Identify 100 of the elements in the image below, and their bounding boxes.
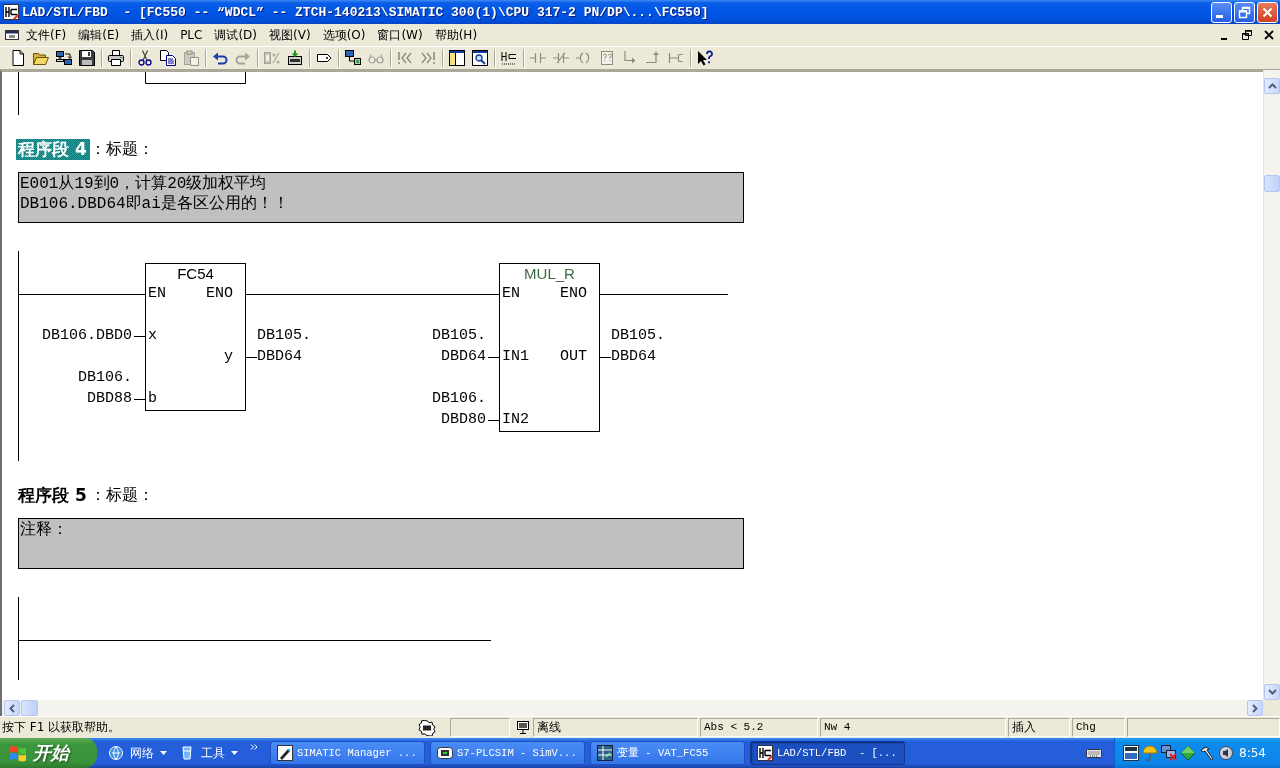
double-chevron-icon[interactable] <box>250 744 258 750</box>
menu-item[interactable]: 帮助(H) <box>428 24 484 46</box>
close-icon <box>1264 30 1274 40</box>
operand-label: DB106. DBD80 <box>432 389 486 430</box>
pin-label: x <box>148 326 157 346</box>
menu-item[interactable]: PLC <box>174 26 209 44</box>
cup-icon[interactable] <box>179 745 195 761</box>
globe-icon[interactable] <box>108 745 124 761</box>
network-heading[interactable]: 程序段 5 <box>16 485 90 506</box>
toolbar-button[interactable] <box>76 47 98 69</box>
window-title: LAD/STL/FBD - [FC550 -- “WDCL” -- ZTCH-140213\SIMATIC 300(1)\CPU 317-2 PN/DP\...\FC550] <box>22 4 710 20</box>
folder-icon <box>33 50 49 66</box>
toolbar-button[interactable] <box>105 47 127 69</box>
change-status: Chg <box>1072 718 1125 737</box>
computer-cross-icon <box>1161 745 1177 761</box>
keyboard-icon <box>1086 747 1102 759</box>
function-box-icon <box>599 50 615 66</box>
speaker-icon <box>1218 745 1234 761</box>
hammer-icon <box>1199 745 1215 761</box>
pin-label: ENO <box>560 284 587 304</box>
menu-item[interactable]: 调试(D) <box>208 24 264 46</box>
taskbar-button[interactable]: S7-PLCSIM - SimV... <box>430 741 585 765</box>
network-title: ：标题： <box>89 139 154 160</box>
taskbar-button[interactable]: LAD/STL/FBD - [... <box>750 741 905 765</box>
horizontal-scrollbar[interactable] <box>0 700 1263 716</box>
toolbar-menu-button[interactable]: 网络 <box>124 744 173 762</box>
scroll-thumb[interactable] <box>21 700 38 716</box>
pen-icon <box>277 745 293 761</box>
corner-up-arrow-icon <box>645 50 661 66</box>
pin-label: ENO <box>206 284 233 304</box>
card-icon <box>1123 745 1139 761</box>
page-icon <box>10 50 26 66</box>
diamond-icon <box>1180 745 1196 761</box>
operand-label: DB106.DBD0 <box>42 326 132 346</box>
chevron-right-icon <box>1252 703 1258 713</box>
pin-label: EN <box>148 284 166 304</box>
insert-mode-status: 插入 <box>1008 718 1070 737</box>
network-heading[interactable]: 程序段 4 <box>16 139 90 160</box>
operand-label: DB105. DBD64 <box>257 326 311 367</box>
operand-label: DB105. DBD64 <box>611 326 665 367</box>
pin-label: OUT <box>560 347 587 367</box>
comment-text: 注释： <box>20 520 68 540</box>
help-pointer-icon <box>697 50 713 66</box>
taskbar-button[interactable]: 变量 - VAT_FC55 <box>590 741 745 765</box>
scroll-left-button[interactable] <box>4 700 20 716</box>
scroll-up-button[interactable] <box>1264 78 1280 94</box>
network-icon <box>345 50 361 66</box>
toolbar-button[interactable] <box>469 47 491 69</box>
undo-icon <box>212 50 228 66</box>
menu-item[interactable]: 选项(O) <box>316 24 372 46</box>
device-arrow-icon <box>287 50 303 66</box>
pin-label: IN1 <box>502 347 529 367</box>
chip-icon <box>437 745 453 761</box>
menu-item[interactable]: 文件(F) <box>20 24 73 46</box>
toolbar-menu-button[interactable]: 工具 <box>195 744 244 762</box>
scroll-down-button[interactable] <box>1264 684 1280 700</box>
menu-item[interactable]: 插入(I) <box>125 24 175 46</box>
contact-icon <box>530 50 546 66</box>
chevron-up-icon <box>1267 83 1277 89</box>
pin-label: b <box>148 389 157 409</box>
vertical-scrollbar[interactable] <box>1263 70 1280 700</box>
menu-item[interactable]: 窗口(W) <box>371 24 429 46</box>
umbrella-icon <box>1142 745 1158 761</box>
address-status: Abs < 5.2 <box>700 718 818 737</box>
flag-icon <box>8 743 28 763</box>
comment-text: DB106.DBD64即ai是各区公用的！！ <box>20 194 289 214</box>
caret-icon <box>231 751 238 755</box>
scissors-icon <box>137 50 153 66</box>
scroll-right-button[interactable] <box>1247 700 1263 716</box>
toolbar-button[interactable] <box>157 47 179 69</box>
taskbar-button[interactable]: SIMATIC Manager ... <box>270 741 425 765</box>
comment-text: E001从19到0，计算20级加权平均 <box>20 174 267 194</box>
network-title: ：标题： <box>89 485 154 506</box>
menu-item[interactable]: 视图(V) <box>263 24 317 46</box>
redo-icon <box>235 50 251 66</box>
block-title: FC54 <box>177 264 214 284</box>
start-button[interactable]: 开始 <box>0 738 97 768</box>
window-icon <box>4 28 20 42</box>
connection-status: 离线 <box>533 718 698 737</box>
menu-item[interactable]: 编辑(E) <box>72 24 126 46</box>
double-chevron-right-bar-icon <box>420 50 436 66</box>
minimize-icon <box>1216 14 1223 18</box>
operand-label: DB105. DBD64 <box>432 326 486 367</box>
window-magnifier-icon <box>472 50 488 66</box>
bracket-icon <box>668 50 684 66</box>
status-text: 按下 F1 以获取帮助。 <box>1 719 122 736</box>
block-title: MUL_R <box>524 264 575 284</box>
copy-icon <box>160 50 176 66</box>
computers-icon <box>56 50 72 66</box>
pin-label: EN <box>502 284 520 304</box>
comment-field[interactable]: 注释： <box>18 518 744 569</box>
chevron-down-icon <box>1267 689 1277 695</box>
comment-field[interactable]: E001从19到0，计算20级加权平均 DB106.DBD64即ai是各区公用的！！ <box>18 172 744 223</box>
scroll-thumb[interactable] <box>1264 175 1280 192</box>
restore-icon <box>1238 5 1251 19</box>
window-pane-icon <box>449 50 465 66</box>
printer-icon <box>108 50 124 66</box>
minimize-icon <box>1221 37 1227 40</box>
toolbar-button[interactable] <box>446 47 468 69</box>
ladder-rung-icon <box>501 50 517 66</box>
